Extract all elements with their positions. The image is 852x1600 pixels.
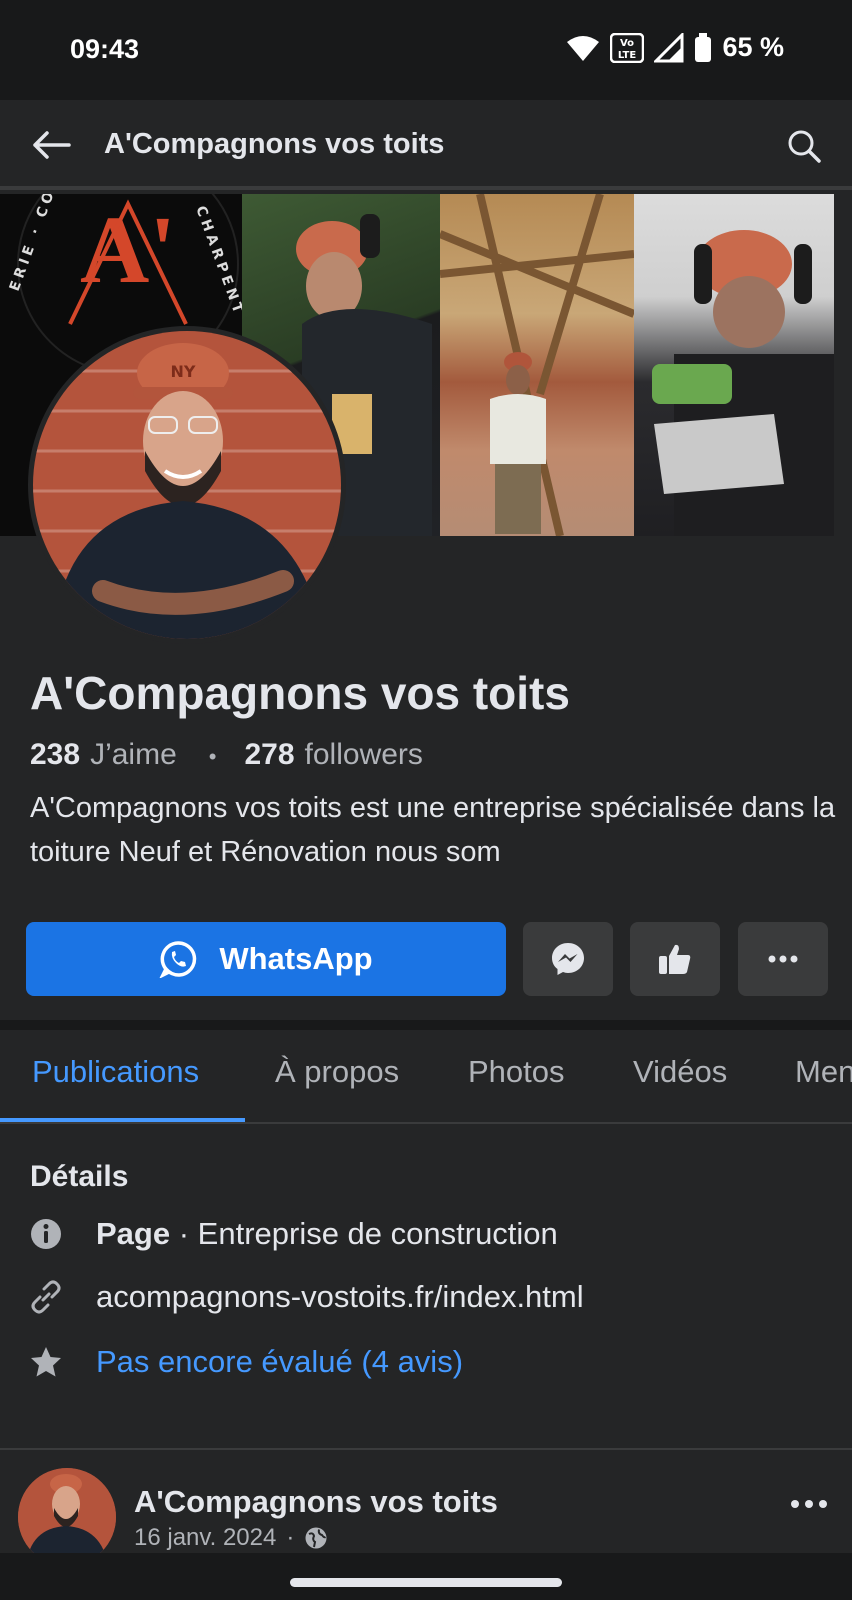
more-dots-icon [768,955,798,963]
likes-count: 238 [30,738,81,771]
system-nav-bar [0,1553,852,1600]
status-bar: 09:43 Vo LTE 65 % [0,0,852,100]
section-divider [0,1020,852,1030]
rating-link[interactable]: Pas encore évalué (4 avis) [96,1344,463,1380]
post-options-button[interactable] [784,1484,834,1524]
messenger-icon [552,943,584,975]
back-button[interactable] [28,122,74,168]
stats-separator: • [208,744,217,769]
profile-picture[interactable]: NY [28,326,346,644]
cover-photo-attic [440,194,634,536]
logo-letters: A' [80,196,176,303]
star-icon [28,1344,64,1380]
tab-photos[interactable]: Photos [468,1054,565,1090]
home-gesture-bar[interactable] [290,1578,562,1587]
svg-text:LTE: LTE [618,50,637,61]
status-icons: Vo LTE 65 % [566,32,784,63]
post-date-separator: · [286,1524,295,1551]
top-nav: A'Compagnons vos toits [0,100,852,190]
page-tabs: Publications À propos Photos Vidéos Ment… [0,1030,852,1124]
link-icon [28,1279,64,1315]
action-bar: WhatsApp [26,922,830,996]
more-actions-button[interactable] [738,922,828,996]
signal-icon [654,32,684,62]
logo-ring-text-right: CHARPENT [192,204,242,319]
whatsapp-button[interactable]: WhatsApp [26,922,506,996]
post-date[interactable]: 16 janv. 2024 [134,1524,276,1552]
arrow-left-icon [33,131,71,159]
volte-icon: VoLTE [610,32,645,63]
thumbs-up-icon [659,944,691,974]
followers-label[interactable]: followers [305,738,423,772]
detail-category-text: Page · Entreprise de construction [96,1216,558,1252]
post-author-avatar[interactable] [18,1468,116,1566]
detail-website[interactable]: acompagnons-vostoits.fr/index.html [0,1273,852,1323]
whatsapp-label: WhatsApp [219,941,373,976]
tab-about[interactable]: À propos [275,1054,399,1090]
whatsapp-icon [159,941,197,978]
wifi-icon [567,35,600,61]
detail-rating[interactable]: Pas encore évalué (4 avis) [0,1338,852,1388]
detail-category: Page · Entreprise de construction [0,1210,852,1260]
more-dots-icon [791,1500,827,1508]
search-icon [788,130,821,163]
page-bio[interactable]: A'Compagnons vos toits est une entrepris… [30,786,840,874]
post-meta: 16 janv. 2024 · [134,1524,328,1552]
cover-photo-worker-2 [634,194,834,536]
likes-label[interactable]: J’aime [90,738,177,772]
globe-icon [305,1527,327,1549]
followers-count: 278 [244,738,295,771]
search-button[interactable] [782,124,826,168]
battery-icon [695,32,712,62]
tab-mentions[interactable]: Mentions [795,1054,852,1090]
tab-videos[interactable]: Vidéos [633,1054,727,1090]
cap-logo: NY [171,362,196,381]
svg-text:Vo: Vo [620,38,634,49]
status-time: 09:43 [70,34,140,64]
tab-publications[interactable]: Publications [32,1054,199,1090]
messenger-button[interactable] [523,922,613,996]
website-link[interactable]: acompagnons-vostoits.fr/index.html [96,1279,584,1315]
post-author-name[interactable]: A'Compagnons vos toits [134,1484,498,1520]
detail-category-prefix: Page [96,1216,171,1251]
nav-title: A'Compagnons vos toits [104,128,445,160]
battery-percent: 65 % [722,32,784,62]
details-heading: Détails [30,1160,129,1193]
page-title: A'Compagnons vos toits [30,667,570,719]
detail-category-value: · Entreprise de construction [170,1216,558,1251]
like-page-button[interactable] [630,922,720,996]
active-tab-indicator [0,1118,245,1122]
info-icon [28,1216,64,1252]
posts-divider [0,1448,852,1450]
page-stats: 238 J’aime • 278 followers [30,738,423,772]
